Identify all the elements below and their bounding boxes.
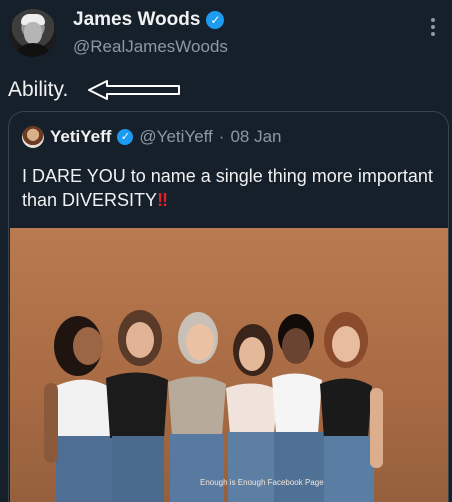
- quoted-tweet[interactable]: YetiYeff ✓ @YetiYeff · 08 Jan I DARE YOU…: [8, 111, 449, 502]
- quoted-author-handle[interactable]: @YetiYeff: [139, 127, 212, 147]
- tweet-header: James Woods ✓ @RealJamesWoods: [0, 0, 452, 70]
- quoted-author-name[interactable]: YetiYeff: [50, 127, 111, 147]
- more-options-icon[interactable]: [430, 18, 436, 40]
- image-credit: Enough is Enough Facebook Page: [200, 478, 324, 487]
- author-handle[interactable]: @RealJamesWoods: [73, 37, 228, 57]
- group-photo-of-women: [44, 310, 383, 502]
- quoted-author-avatar[interactable]: [22, 126, 44, 148]
- verified-badge-icon: ✓: [206, 11, 225, 29]
- quoted-tweet-photo[interactable]: Enough is Enough Facebook Page: [10, 228, 448, 502]
- author-avatar[interactable]: [9, 9, 57, 57]
- quoted-text: I DARE YOU to name a single thing more i…: [22, 166, 433, 210]
- author-name-row: James Woods ✓: [73, 9, 225, 31]
- quoted-separator: ·: [218, 127, 225, 146]
- double-exclamation-emoji: ‼: [157, 190, 168, 210]
- tweet-text: Ability.: [8, 78, 69, 101]
- author-display-name[interactable]: James Woods: [73, 9, 200, 31]
- quoted-date[interactable]: 08 Jan: [230, 127, 281, 147]
- quoted-verified-badge-icon: ✓: [117, 129, 134, 145]
- quoted-tweet-text: I DARE YOU to name a single thing more i…: [22, 164, 437, 212]
- quoted-tweet-header: YetiYeff ✓ @YetiYeff · 08 Jan: [22, 126, 282, 148]
- arrow-icon: [88, 80, 180, 100]
